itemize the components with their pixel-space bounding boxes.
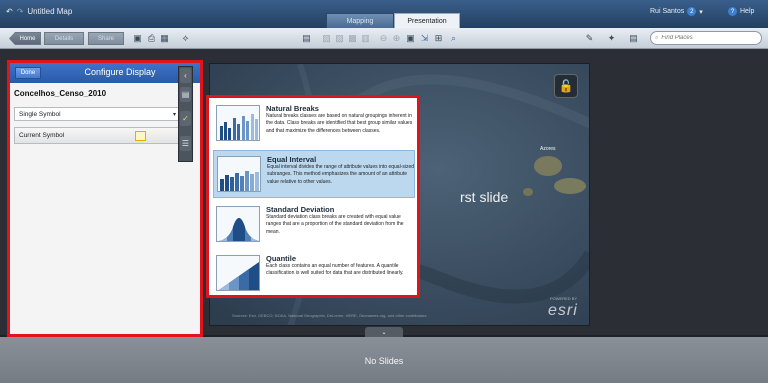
option-title: Quantile [266, 254, 297, 263]
panel-header: Configure Display Done [10, 63, 200, 83]
user-menu[interactable]: Rui Santos 2 ▾ [650, 7, 703, 16]
layer-list-icon[interactable]: ▤ [180, 87, 191, 102]
option-natural-breaks[interactable]: Natural Breaks Natural breaks classes ar… [213, 100, 415, 148]
user-name: Rui Santos [650, 8, 685, 15]
map-title: Untitled Map [27, 7, 73, 16]
save-icon[interactable]: ▣ [132, 33, 143, 44]
edit-icon[interactable]: ✦ [606, 33, 617, 44]
powered-by-text: POWERED BY [550, 296, 578, 301]
basemap-icon[interactable]: ▤ [628, 33, 639, 44]
map-credits: Sources: Esri, GEBCO, NOAA, National Geo… [232, 313, 427, 318]
table-icon[interactable]: ⊞ [433, 33, 444, 44]
help-label: Help [740, 8, 755, 15]
option-equal-interval[interactable]: Equal Interval Equal interval divides th… [213, 150, 415, 198]
help-menu[interactable]: ? Help [728, 7, 754, 16]
tab-presentation[interactable]: Presentation [394, 13, 460, 28]
option-description: Natural breaks classes are based on natu… [266, 113, 413, 134]
measure-icon[interactable]: ⟡ [180, 33, 191, 44]
side-tool-strip: ‹ ▤ ✓ ☰ [178, 66, 193, 162]
layout-icon[interactable]: ▤ [301, 33, 312, 44]
collapse-panel-icon[interactable]: ‹ [180, 68, 191, 83]
search-icon: ⌕ [655, 34, 659, 41]
style-icon[interactable]: ✓ [180, 111, 191, 126]
move-right-icon[interactable]: ⊕ [391, 33, 402, 44]
option-title: Equal Interval [267, 155, 317, 164]
natural-breaks-thumbnail [216, 105, 260, 141]
slide-settings-icon[interactable]: ▥ [360, 33, 371, 44]
user-badge-icon: 2 [687, 7, 697, 16]
classification-popup: Natural Breaks Natural breaks classes ar… [206, 95, 420, 298]
zoom-icon[interactable]: ⌕ [448, 33, 459, 44]
option-description: Equal interval divides the range of attr… [267, 164, 415, 185]
share-button[interactable]: Share [88, 32, 124, 45]
legend-icon[interactable]: ☰ [180, 136, 191, 151]
undo-icon[interactable]: ↶ [6, 7, 13, 16]
esri-logo: esri [548, 302, 578, 319]
island-shape [523, 188, 533, 196]
print-icon[interactable]: ⎙ [146, 33, 157, 44]
option-description: Standard deviation class breaks are crea… [266, 214, 404, 235]
delete-slide-icon[interactable]: ▩ [347, 33, 358, 44]
standard-deviation-thumbnail [216, 206, 260, 242]
add-slide-icon[interactable]: ▧ [321, 33, 332, 44]
grid-icon[interactable]: ▦ [159, 33, 170, 44]
symbol-type-select[interactable]: Single Symbol ▾ [14, 107, 182, 121]
duplicate-slide-icon[interactable]: ▨ [334, 33, 345, 44]
find-places-box[interactable]: ⌕ [650, 31, 762, 45]
current-symbol-row[interactable]: Current Symbol › [14, 127, 192, 144]
option-standard-deviation[interactable]: Standard Deviation Standard deviation cl… [213, 201, 415, 249]
tab-mapping[interactable]: Mapping [326, 13, 394, 28]
no-slides-text: No Slides [364, 356, 404, 366]
extent-icon[interactable]: ⇲ [419, 33, 430, 44]
slide-hint-text: rst slide [460, 189, 509, 205]
configure-display-panel: Configure Display Done Concelhos_Censo_2… [7, 60, 203, 337]
island-shape [534, 156, 562, 176]
island-shape [554, 178, 586, 194]
home-button[interactable]: Home [9, 32, 41, 45]
find-places-input[interactable] [661, 35, 752, 41]
symbol-type-value: Single Symbol [19, 110, 61, 118]
collapse-slides-button[interactable]: ⌄ [365, 327, 403, 337]
symbol-swatch[interactable] [135, 131, 146, 141]
equal-interval-thumbnail [217, 156, 261, 192]
move-left-icon[interactable]: ⊖ [378, 33, 389, 44]
place-label: Azores [540, 146, 556, 152]
help-icon: ? [728, 7, 737, 16]
chevron-down-icon: ▾ [699, 8, 703, 16]
lock-icon[interactable]: 🔓 [554, 74, 578, 98]
details-button[interactable]: Details [44, 32, 84, 45]
done-button[interactable]: Done [15, 67, 41, 79]
option-quantile[interactable]: Quantile Each class contains an equal nu… [213, 250, 415, 298]
redo-icon[interactable]: ↷ [17, 7, 24, 16]
option-title: Standard Deviation [266, 205, 335, 214]
draw-icon[interactable]: ✎ [584, 33, 595, 44]
capture-icon[interactable]: ▣ [405, 33, 416, 44]
chevron-down-icon: ⌄ [381, 329, 387, 336]
option-description: Each class contains an equal number of f… [266, 263, 404, 277]
quantile-thumbnail [216, 255, 260, 291]
chevron-down-icon: ▾ [173, 112, 177, 118]
app-title: ↶ ↷ Untitled Map [6, 7, 72, 16]
option-title: Natural Breaks [266, 104, 319, 113]
layer-name: Concelhos_Censo_2010 [14, 89, 107, 98]
current-symbol-label: Current Symbol [19, 132, 65, 139]
